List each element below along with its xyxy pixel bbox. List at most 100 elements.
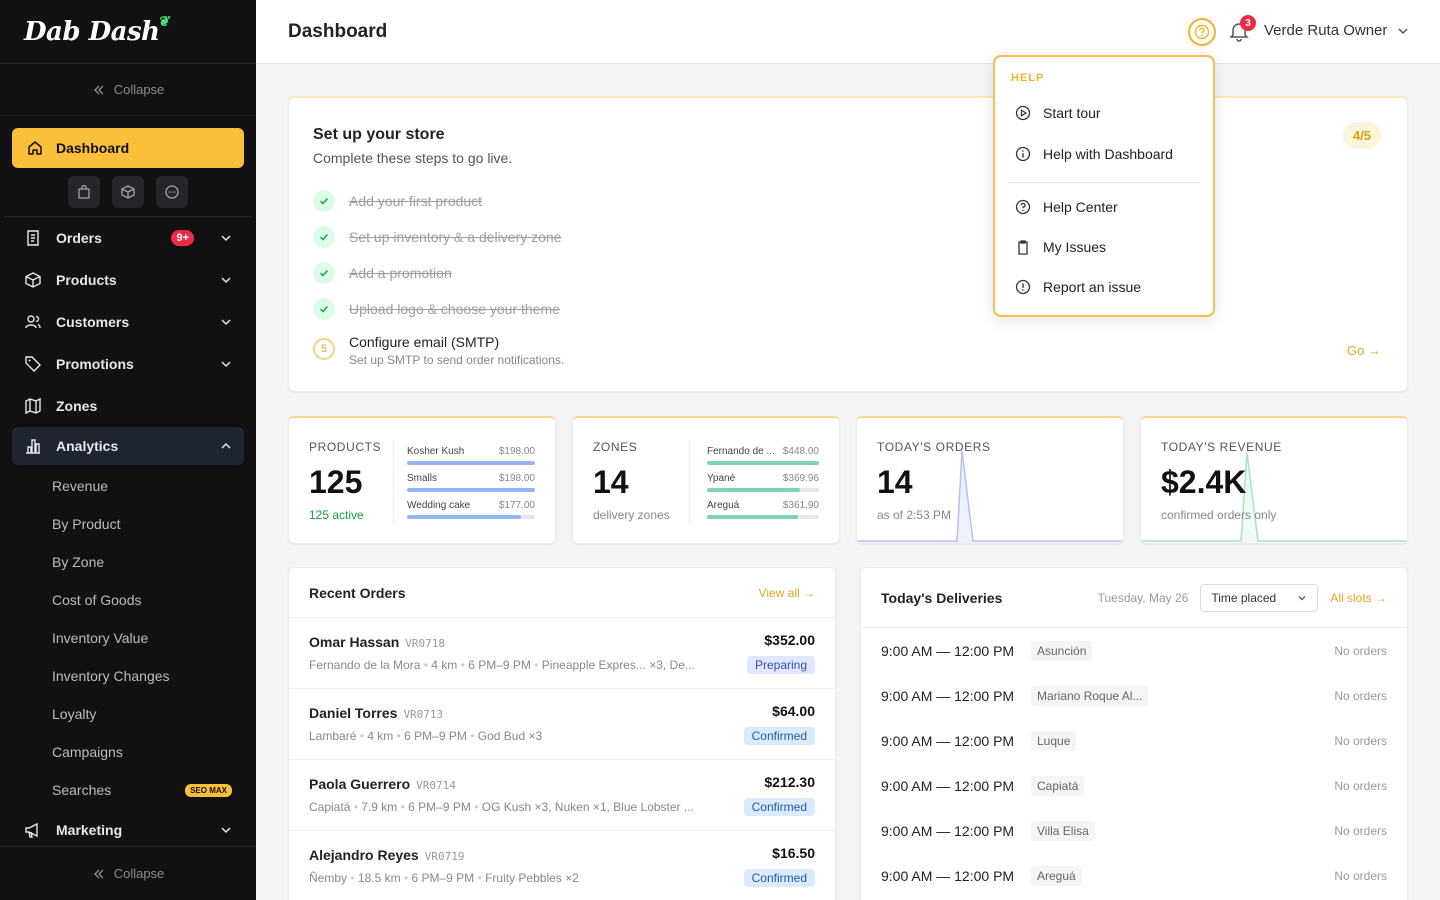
menu-item-my-issues[interactable]: My Issues — [1015, 239, 1106, 255]
delivery-row[interactable]: 9:00 AM — 12:00 PM Mariano Roque Al... No … — [861, 673, 1407, 718]
sidebar-item-by-product[interactable]: By Product — [0, 505, 256, 543]
menu-item-help-center[interactable]: Help Center — [1015, 199, 1118, 215]
chevron-down-icon — [221, 277, 231, 284]
delivery-zone: Areguá — [1031, 865, 1082, 886]
alert-circle-icon — [1015, 279, 1031, 295]
delivery-zone: Villa Elisa — [1031, 820, 1095, 841]
delivery-status: No orders — [1334, 868, 1387, 883]
order-row[interactable]: Daniel Torres VR0713 Lambaré • 4 km • 6 PM… — [289, 689, 835, 760]
megaphone-icon — [25, 822, 38, 838]
collapse-button-bottom[interactable]: Collapse — [0, 846, 256, 900]
sidebar-item-label: Inventory Value — [52, 630, 149, 646]
order-amount: $212.30 — [764, 774, 815, 790]
view-all-link[interactable]: View all → — [759, 586, 815, 600]
sidebar-item-searches[interactable]: Searches SEO MAX — [0, 771, 256, 809]
top-zone-name: Areguá — [707, 500, 740, 511]
menu-item-help-with-dashboard[interactable]: Help with Dashboard — [1015, 146, 1173, 162]
setup-step-pending[interactable]: 5 Configure email (SMTP) Set up SMTP to … — [313, 334, 564, 367]
setup-step[interactable]: Set up inventory & a delivery zone — [313, 226, 561, 248]
collapse-label: Collapse — [113, 82, 165, 97]
user-menu[interactable]: Verde Ruta Owner — [1264, 22, 1409, 39]
sidebar-item-revenue[interactable]: Revenue — [0, 467, 256, 505]
top-product-bar-fill — [407, 488, 535, 492]
order-row[interactable]: Paola Guerrero VR0714 Capiatá • 7.9 km • 6… — [289, 760, 835, 831]
top-zone-bar — [707, 515, 819, 519]
nav-zones[interactable]: Zones — [0, 385, 256, 427]
top-zone-bar-fill — [707, 488, 800, 492]
order-row[interactable]: Omar Hassan VR0718 Fernando de la Mora • 4… — [289, 618, 835, 689]
nav-marketing-label: Marketing — [56, 822, 123, 838]
nav-customers[interactable]: Customers — [0, 301, 256, 343]
nav-promotions[interactable]: Promotions — [0, 343, 256, 385]
sidebar-item-inventory-value[interactable]: Inventory Value — [0, 619, 256, 657]
help-dropdown: HELP Start tour Help with Dashboard Help… — [993, 55, 1215, 317]
setup-step[interactable]: Add your first product — [313, 190, 482, 212]
delivery-time: 9:00 AM — 12:00 PM — [881, 867, 1015, 884]
stat-todays-revenue[interactable]: TODAY'S REVENUE $2.4K confirmed orders o… — [1140, 416, 1408, 544]
sidebar-item-campaigns[interactable]: Campaigns — [0, 733, 256, 771]
menu-item-start-tour[interactable]: Start tour — [1015, 105, 1101, 121]
bag-icon[interactable] — [68, 176, 100, 208]
sidebar-item-label: Campaigns — [52, 744, 123, 760]
stat-todays-orders[interactable]: TODAY'S ORDERS 14 as of 2:53 PM — [856, 416, 1124, 544]
go-link[interactable]: Go → — [1347, 343, 1381, 358]
delivery-status: No orders — [1334, 688, 1387, 703]
logo[interactable]: Dab Dash ❦ — [0, 0, 256, 64]
customer-name-text: Paola Guerrero — [309, 776, 411, 792]
order-slot: 6 PM–9 PM — [408, 800, 471, 814]
stat-products[interactable]: PRODUCTS 125 125 active Kosher Kush $198… — [288, 416, 556, 544]
order-zone: Lambaré — [309, 729, 357, 743]
nav-orders[interactable]: Orders 9+ — [0, 217, 256, 259]
nav-marketing[interactable]: Marketing — [0, 809, 256, 851]
sidebar-item-cost-of-goods[interactable]: Cost of Goods — [0, 581, 256, 619]
order-row[interactable]: Alejandro Reyes VR0719 Ñemby • 18.5 km • 6… — [289, 831, 835, 900]
nav-dashboard[interactable]: Dashboard — [12, 128, 244, 168]
stat-caption: PRODUCTS — [309, 440, 382, 454]
orders-badge: 9+ — [171, 230, 194, 246]
setup-step-label: Set up inventory & a delivery zone — [349, 229, 562, 245]
sort-select[interactable]: Time placed — [1200, 583, 1319, 612]
box-icon[interactable] — [112, 176, 144, 208]
order-id: VR0718 — [405, 637, 446, 650]
stat-zones[interactable]: ZONES 14 delivery zones Fernando de ... … — [572, 416, 840, 544]
sidebar-item-label: Searches — [52, 782, 112, 798]
setup-progress-badge: 4/5 — [1342, 122, 1381, 149]
recent-orders-header: Recent Orders View all → — [289, 568, 835, 618]
delivery-row[interactable]: 9:00 AM — 12:00 PM Areguá No orders — [861, 853, 1407, 898]
setup-step-pending-title: Configure email (SMTP) — [349, 334, 500, 350]
sidebar-item-inventory-changes[interactable]: Inventory Changes — [0, 657, 256, 695]
customer-name-text: Daniel Torres — [309, 705, 398, 721]
sort-select-value: Time placed — [1211, 590, 1277, 605]
check-icon — [313, 226, 335, 248]
menu-item-label: Help with Dashboard — [1043, 146, 1173, 162]
top-product-bar-fill — [407, 515, 521, 519]
order-meta: Capiatá • 7.9 km • 6 PM–9 PM • OG Kush ×… — [309, 800, 694, 814]
top-zone-name: Ypané — [707, 473, 736, 484]
order-distance: 4 km — [367, 729, 394, 743]
delivery-row[interactable]: 9:00 AM — 12:00 PM Luque No orders — [861, 718, 1407, 763]
info-icon — [1015, 146, 1031, 162]
order-amount: $352.00 — [764, 632, 815, 648]
help-button[interactable] — [1188, 18, 1216, 46]
delivery-row[interactable]: 9:00 AM — 12:00 PM Asunción No orders — [861, 628, 1407, 673]
nav-analytics[interactable]: Analytics — [12, 427, 244, 465]
delivery-row[interactable]: 9:00 AM — 12:00 PM Villa Elisa No orders — [861, 808, 1407, 853]
deliveries-title: Today's Deliveries — [881, 589, 1003, 606]
setup-step[interactable]: Upload logo & choose your theme — [313, 298, 560, 320]
top-product-name: Kosher Kush — [407, 446, 465, 457]
chevron-down-icon — [221, 361, 231, 368]
menu-item-report-issue[interactable]: Report an issue — [1015, 279, 1141, 295]
order-items: OG Kush ×3, Nuken ×1, Blue Lobster ... — [481, 800, 694, 814]
collapse-button-top[interactable]: Collapse — [0, 64, 256, 116]
top-product-value: $198.00 — [498, 473, 535, 484]
top-zone-bar — [707, 461, 819, 465]
order-meta: Lambaré • 4 km • 6 PM–9 PM • God Bud ×3 — [309, 729, 543, 743]
setup-step[interactable]: Add a promotion — [313, 262, 452, 284]
setup-card: Set up your store Complete these steps t… — [288, 96, 1408, 392]
chat-icon[interactable] — [156, 176, 188, 208]
nav-products[interactable]: Products — [0, 259, 256, 301]
sidebar-item-by-zone[interactable]: By Zone — [0, 543, 256, 581]
all-slots-link[interactable]: All slots → — [1330, 591, 1387, 605]
sidebar-item-loyalty[interactable]: Loyalty — [0, 695, 256, 733]
delivery-row[interactable]: 9:00 AM — 12:00 PM Capiatá No orders — [861, 763, 1407, 808]
